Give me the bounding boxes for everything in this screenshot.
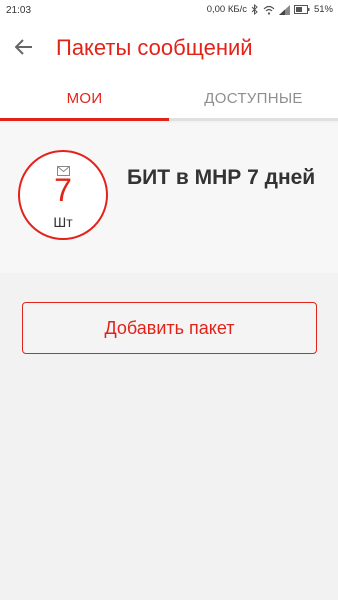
tabs-bar: МОИ ДОСТУПНЫЕ <box>0 76 338 121</box>
status-time: 21:03 <box>6 5 32 16</box>
add-package-button[interactable]: Добавить пакет <box>22 302 317 354</box>
tab-mine[interactable]: МОИ <box>0 76 169 121</box>
app-bar: Пакеты сообщений <box>0 22 338 76</box>
package-count-unit: Шт <box>53 214 73 230</box>
status-bar: 21:03 0,00 КБ/с 51% <box>0 0 338 22</box>
network-speed: 0,00 КБ/с <box>206 4 247 15</box>
package-count-badge: 7 Шт <box>18 150 108 240</box>
status-icons: 0,00 КБ/с 51% <box>207 4 333 15</box>
tab-available[interactable]: ДОСТУПНЫЕ <box>169 76 338 121</box>
battery-percent: 51% <box>313 4 333 15</box>
package-card[interactable]: 7 Шт БИТ в МНР 7 дней <box>0 123 338 273</box>
arrow-left-icon <box>14 38 33 60</box>
package-name: БИТ в МНР 7 дней <box>127 166 316 189</box>
page-title: Пакеты сообщений <box>56 35 253 60</box>
signal-icon <box>278 4 290 15</box>
package-count: 7 <box>54 172 72 208</box>
wifi-icon <box>263 5 275 15</box>
tab-active-indicator <box>0 118 169 121</box>
back-button[interactable] <box>10 35 38 63</box>
battery-icon <box>293 5 310 14</box>
bluetooth-icon <box>251 4 259 15</box>
